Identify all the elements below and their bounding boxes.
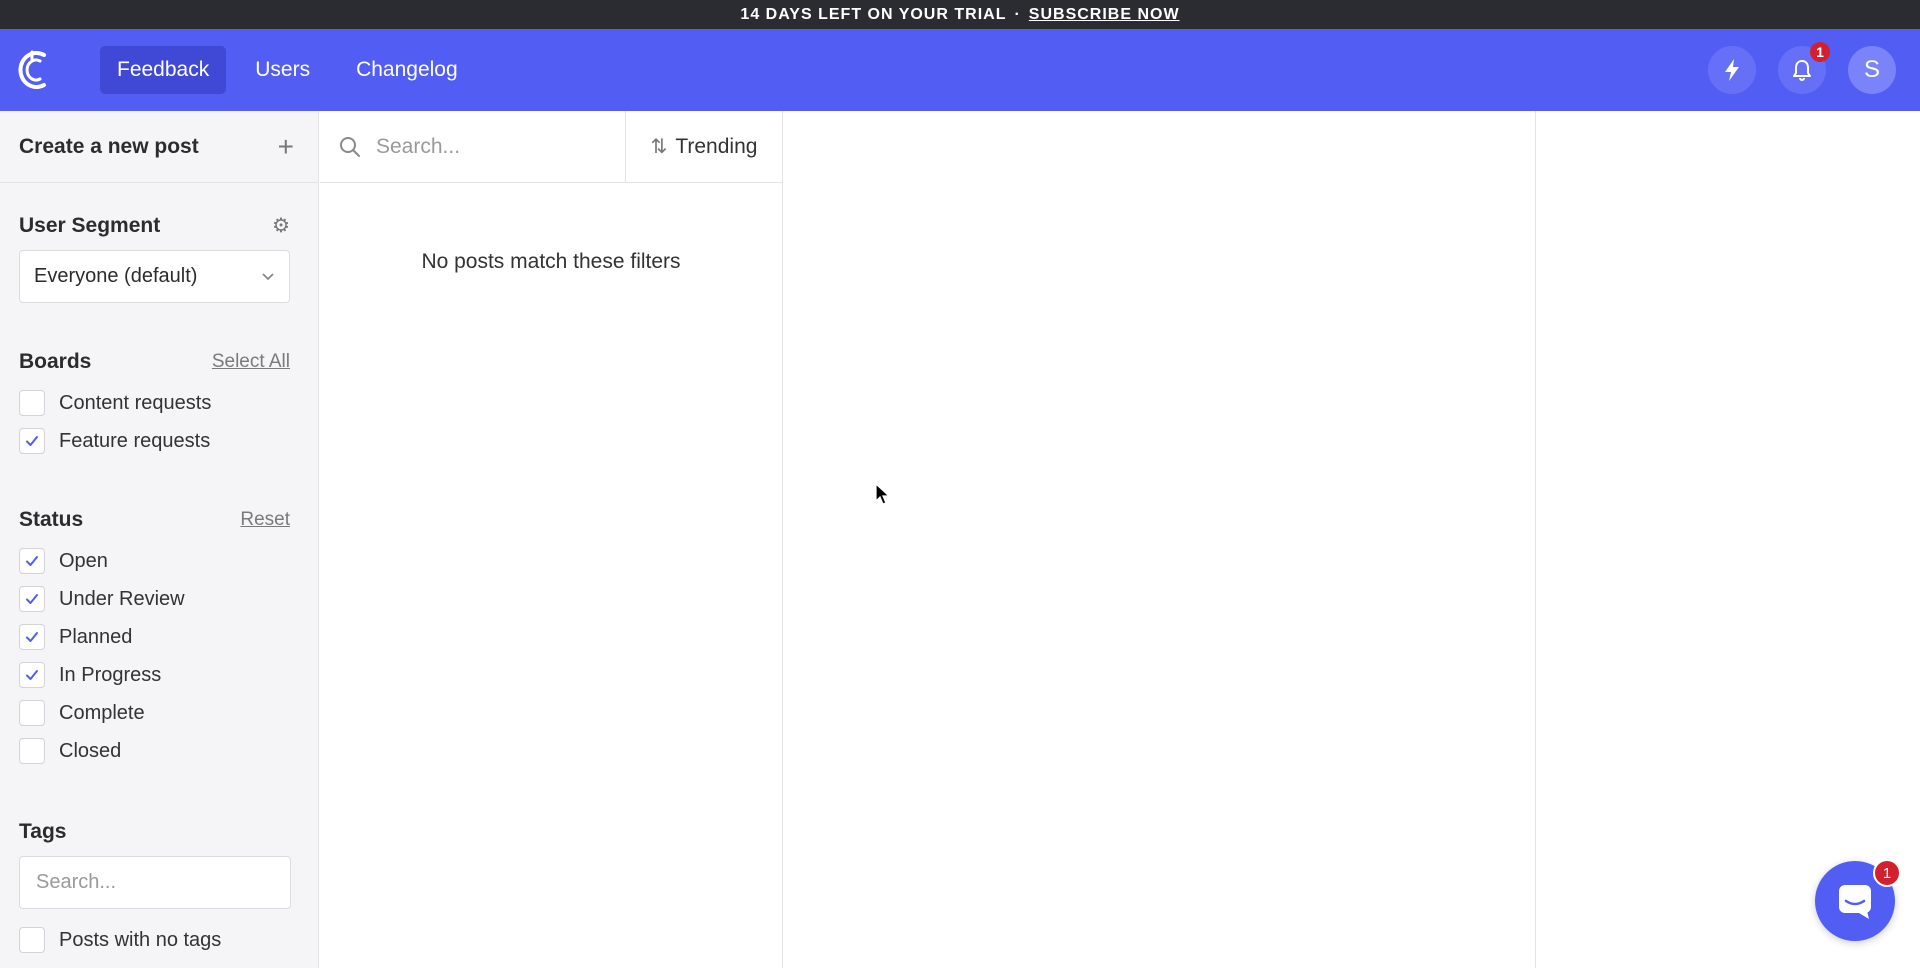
banner-separator: · xyxy=(1014,5,1021,23)
boards-header: Boards Select All xyxy=(0,350,318,374)
checkbox-label: Planned xyxy=(59,625,133,648)
no-tags-list: Posts with no tags xyxy=(0,921,318,959)
notifications-button[interactable]: 1 xyxy=(1778,42,1830,94)
user-segment-value: Everyone (default) xyxy=(34,265,198,287)
checkbox[interactable] xyxy=(19,390,45,416)
checkbox-item-content-requests[interactable]: Content requests xyxy=(19,384,299,422)
search-icon xyxy=(340,136,360,157)
checkbox-item-planned[interactable]: Planned xyxy=(19,618,299,656)
boards-list: Content requests Feature requests xyxy=(0,384,318,460)
checkbox-label: Open xyxy=(59,549,108,572)
gear-icon[interactable]: ⚙ xyxy=(272,213,290,238)
reset-link[interactable]: Reset xyxy=(240,509,290,531)
lightning-icon xyxy=(1725,59,1739,81)
bell-icon xyxy=(1793,60,1811,81)
checkbox-item-complete[interactable]: Complete xyxy=(19,694,299,732)
checkbox-item-closed[interactable]: Closed xyxy=(19,732,299,770)
checkbox-label: Feature requests xyxy=(59,429,211,452)
top-nav: Feedback Users Changelog 1 S xyxy=(0,29,1920,111)
status-header: Status Reset xyxy=(0,508,318,532)
user-segment-heading: User Segment xyxy=(19,213,161,237)
avatar[interactable]: S xyxy=(1848,46,1896,94)
checked-checkbox[interactable] xyxy=(19,662,45,688)
tag-search-input[interactable] xyxy=(19,856,291,909)
tags-header: Tags xyxy=(0,820,318,844)
checkbox-label: Complete xyxy=(59,701,145,724)
lightning-button[interactable] xyxy=(1708,46,1756,94)
subscribe-link[interactable]: SUBSCRIBE NOW xyxy=(1029,6,1180,24)
trial-text: 14 DAYS LEFT ON YOUR TRIAL xyxy=(740,5,1007,23)
checkbox-label: Closed xyxy=(59,739,122,762)
post-list-header: ⇅ Trending xyxy=(320,111,782,183)
no-tags-checkbox-item[interactable]: Posts with no tags xyxy=(19,921,299,959)
checkbox[interactable] xyxy=(19,700,45,726)
post-detail-panel xyxy=(784,111,1536,968)
checkbox-label: Content requests xyxy=(59,391,212,414)
nav-tabs: Feedback Users Changelog xyxy=(100,46,487,94)
trial-banner: 14 DAYS LEFT ON YOUR TRIAL · SUBSCRIBE N… xyxy=(0,0,1920,29)
checkbox-item-under-review[interactable]: Under Review xyxy=(19,580,299,618)
checkbox[interactable] xyxy=(19,738,45,764)
status-heading: Status xyxy=(19,508,84,531)
canny-logo-icon[interactable] xyxy=(14,47,54,93)
create-post-label: Create a new post xyxy=(19,134,199,158)
post-search-input[interactable] xyxy=(376,134,606,159)
user-segment-header: User Segment ⚙ xyxy=(0,213,318,238)
user-segment-select[interactable]: Everyone (default) xyxy=(19,250,290,303)
post-search xyxy=(320,111,626,182)
chat-icon xyxy=(1839,885,1871,919)
select-all-link[interactable]: Select All xyxy=(212,351,290,373)
checkbox-item-open[interactable]: Open xyxy=(19,542,299,580)
tab-feedback[interactable]: Feedback xyxy=(100,46,227,94)
sort-button[interactable]: ⇅ Trending xyxy=(626,111,782,182)
boards-heading: Boards xyxy=(19,350,92,373)
chat-launcher-button[interactable]: 1 xyxy=(1815,859,1901,941)
checked-checkbox[interactable] xyxy=(19,548,45,574)
mouse-cursor-icon xyxy=(875,483,891,505)
notification-badge: 1 xyxy=(1810,42,1830,62)
sort-arrows-icon: ⇅ xyxy=(650,136,668,158)
checkbox-label: In Progress xyxy=(59,663,162,686)
create-post-button[interactable]: Create a new post + xyxy=(0,111,318,183)
plus-icon: + xyxy=(277,130,294,162)
checkbox-label: Under Review xyxy=(59,587,185,610)
filter-sidebar: Create a new post + User Segment ⚙ Every… xyxy=(0,111,319,968)
post-list: ⇅ Trending No posts match these filters xyxy=(320,111,783,968)
checkbox-item-in-progress[interactable]: In Progress xyxy=(19,656,299,694)
checkbox-item-feature-requests[interactable]: Feature requests xyxy=(19,422,299,460)
tab-changelog[interactable]: Changelog xyxy=(339,46,475,94)
checked-checkbox[interactable] xyxy=(19,624,45,650)
nav-right: 1 S xyxy=(1708,42,1896,94)
tags-heading: Tags xyxy=(19,820,67,843)
sort-label: Trending xyxy=(675,134,758,158)
checked-checkbox[interactable] xyxy=(19,428,45,454)
checkbox[interactable] xyxy=(19,927,45,953)
chevron-down-icon xyxy=(261,269,275,285)
chat-badge: 1 xyxy=(1873,859,1901,887)
status-list: Open Under Review Planned In Progress Comple… xyxy=(0,542,318,770)
checked-checkbox[interactable] xyxy=(19,586,45,612)
empty-state-message: No posts match these filters xyxy=(421,250,681,273)
tab-users[interactable]: Users xyxy=(238,46,327,94)
no-tags-label: Posts with no tags xyxy=(59,928,222,951)
